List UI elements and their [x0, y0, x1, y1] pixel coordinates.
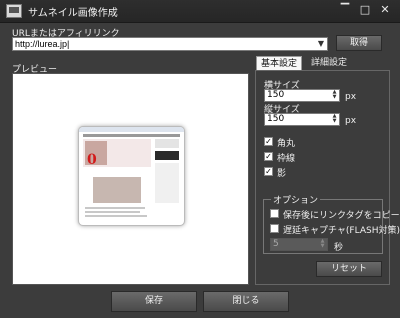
preview-area: 0 [12, 73, 249, 285]
fetch-button[interactable]: 取得 [336, 35, 382, 51]
options-group-title: オプション [271, 193, 321, 206]
thumbnail-preview: 0 [78, 126, 185, 226]
app-icon [6, 4, 22, 18]
delay-capture-label: 遅延キャプチャ(FLASH対策) [283, 226, 400, 236]
reset-button[interactable]: リセット [316, 261, 382, 277]
window-title: サムネイル画像作成 [28, 8, 118, 19]
thumb-text-line [85, 211, 140, 213]
thumb-headline: 0 [87, 152, 97, 168]
tab-advanced-settings[interactable]: 詳細設定 [306, 56, 352, 70]
height-spinner[interactable]: 150 ▲ ▼ [264, 113, 340, 126]
height-unit: px [345, 116, 357, 126]
shadow-checkbox[interactable]: ✓ [264, 167, 273, 176]
spinner-arrows-icon[interactable]: ▲ ▼ [330, 90, 339, 101]
save-button[interactable]: 保存 [111, 291, 197, 312]
delay-seconds-value: 5 [273, 239, 279, 249]
close-button[interactable]: 閉じる [203, 291, 289, 312]
thumb-header [83, 134, 180, 137]
border-checkbox[interactable]: ✓ [264, 152, 273, 161]
copy-link-tag-checkbox[interactable] [270, 209, 279, 218]
rounded-corners-checkbox[interactable]: ✓ [264, 137, 273, 146]
delay-seconds-spinner[interactable]: 5 ▲ ▼ [270, 238, 328, 251]
rounded-corners-label: 角丸 [277, 139, 296, 149]
title-bar: サムネイル画像作成 ▔ □ ✕ [0, 0, 400, 23]
delay-capture-checkbox[interactable] [270, 224, 279, 233]
url-input[interactable] [12, 37, 328, 51]
thumb-sidebar-banner [155, 151, 179, 160]
thumb-sidebar-block [155, 139, 179, 148]
thumb-text-line [85, 215, 147, 217]
thumb-text-line [85, 207, 145, 209]
minimize-icon[interactable]: ▔ [336, 3, 354, 17]
border-label: 枠線 [277, 154, 296, 164]
copy-link-tag-label: 保存後にリンクタグをコピー [283, 211, 400, 221]
thumb-sidebar-list [155, 163, 179, 203]
shadow-label: 影 [277, 169, 287, 179]
width-spinner[interactable]: 150 ▲ ▼ [264, 89, 340, 102]
delay-seconds-unit: 秒 [334, 243, 344, 253]
spinner-arrows-icon[interactable]: ▲ ▼ [318, 239, 327, 250]
maximize-icon[interactable]: □ [356, 3, 374, 17]
width-value: 150 [267, 90, 285, 100]
chevron-down-icon[interactable]: ▼ [316, 39, 326, 49]
thumb-body-image [93, 177, 141, 203]
tab-basic-settings[interactable]: 基本設定 [256, 56, 302, 70]
height-value: 150 [267, 114, 285, 124]
width-unit: px [345, 92, 357, 102]
close-icon[interactable]: ✕ [376, 3, 394, 17]
spinner-arrows-icon[interactable]: ▲ ▼ [330, 114, 339, 125]
thumb-browser-bar [79, 127, 184, 132]
